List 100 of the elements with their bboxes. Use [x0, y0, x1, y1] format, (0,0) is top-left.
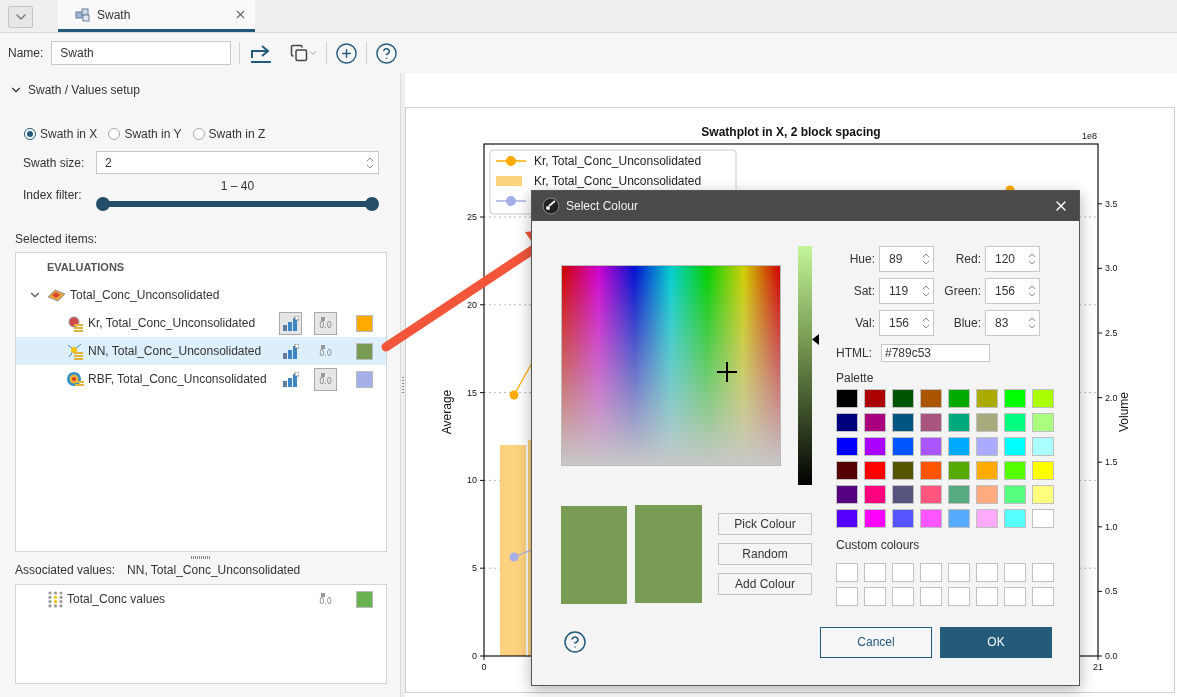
spin-arrows-icon[interactable]	[922, 283, 930, 299]
custom-color-slot[interactable]	[1004, 563, 1026, 582]
spin-arrows-icon[interactable]	[1028, 315, 1036, 331]
palette-swatch[interactable]	[1032, 437, 1054, 456]
custom-color-slot[interactable]	[1032, 587, 1054, 606]
swath-size-field[interactable]: 2	[96, 151, 379, 174]
custom-color-slot[interactable]	[1032, 563, 1054, 582]
palette-swatch[interactable]	[836, 413, 858, 432]
palette-swatch[interactable]	[920, 509, 942, 528]
palette-swatch[interactable]	[864, 413, 886, 432]
bars-toggle[interactable]	[279, 311, 302, 335]
palette-swatch[interactable]	[1032, 413, 1054, 432]
tab[interactable]: Swath	[58, 0, 255, 32]
palette-swatch[interactable]	[864, 509, 886, 528]
spin-arrows-icon[interactable]	[922, 251, 930, 267]
help-icon[interactable]	[375, 40, 399, 66]
range-slider[interactable]	[96, 197, 379, 211]
palette-swatch[interactable]	[948, 413, 970, 432]
custom-color-slot[interactable]	[892, 563, 914, 582]
add-icon[interactable]	[335, 40, 359, 66]
radio-button[interactable]	[192, 128, 205, 140]
custom-color-slot[interactable]	[948, 563, 970, 582]
palette-swatch[interactable]	[948, 509, 970, 528]
palette-swatch[interactable]	[1004, 437, 1026, 456]
palette-swatch[interactable]	[976, 509, 998, 528]
color-swatch[interactable]	[356, 590, 373, 608]
custom-color-slot[interactable]	[864, 563, 886, 582]
value-toggle[interactable]: 0.0	[314, 587, 337, 611]
palette-swatch[interactable]	[836, 461, 858, 480]
palette-swatch[interactable]	[1004, 509, 1026, 528]
palette-swatch[interactable]	[976, 413, 998, 432]
palette-swatch[interactable]	[976, 461, 998, 480]
dialog-button[interactable]: Random	[718, 543, 812, 565]
spin-arrows-icon[interactable]	[1028, 283, 1036, 299]
palette-swatch[interactable]	[864, 437, 886, 456]
palette-swatch[interactable]	[892, 389, 914, 408]
custom-color-slot[interactable]	[892, 587, 914, 606]
custom-color-slot[interactable]	[976, 563, 998, 582]
palette-swatch[interactable]	[892, 509, 914, 528]
palette-swatch[interactable]	[892, 461, 914, 480]
ok-button[interactable]: OK	[940, 626, 1052, 658]
custom-color-slot[interactable]	[836, 563, 858, 582]
palette-swatch[interactable]	[1032, 509, 1054, 528]
splitter-handle[interactable]	[191, 555, 211, 559]
palette-swatch[interactable]	[920, 461, 942, 480]
help-icon[interactable]	[563, 630, 587, 654]
number-field[interactable]: 83	[985, 310, 1040, 336]
custom-color-slot[interactable]	[864, 587, 886, 606]
palette-swatch[interactable]	[892, 437, 914, 456]
dialog-button[interactable]: Pick Colour	[718, 513, 812, 535]
spin-arrows-icon[interactable]	[1028, 251, 1036, 267]
palette-swatch[interactable]	[1004, 485, 1026, 504]
palette-swatch[interactable]	[976, 437, 998, 456]
value-bar[interactable]	[798, 246, 812, 485]
number-field[interactable]: 89	[879, 246, 934, 272]
palette-swatch[interactable]	[948, 461, 970, 480]
cancel-button[interactable]: Cancel	[820, 626, 932, 658]
spin-arrows-icon[interactable]	[922, 315, 930, 331]
custom-color-slot[interactable]	[1004, 587, 1026, 606]
color-swatch[interactable]	[356, 314, 373, 332]
palette-swatch[interactable]	[836, 509, 858, 528]
custom-color-slot[interactable]	[920, 563, 942, 582]
tree-item[interactable]: NN, Total_Conc_Unconsolidated 0.0	[16, 337, 386, 365]
tree-item[interactable]: Kr, Total_Conc_Unconsolidated 0.0	[16, 309, 386, 337]
palette-swatch[interactable]	[948, 485, 970, 504]
custom-color-slot[interactable]	[920, 587, 942, 606]
palette-swatch[interactable]	[1032, 389, 1054, 408]
palette-swatch[interactable]	[892, 485, 914, 504]
palette-swatch[interactable]	[1032, 461, 1054, 480]
name-field[interactable]: Swath	[51, 41, 232, 65]
splitter-handle[interactable]	[402, 377, 404, 393]
palette-swatch[interactable]	[948, 437, 970, 456]
palette-swatch[interactable]	[864, 485, 886, 504]
palette-swatch[interactable]	[920, 413, 942, 432]
custom-color-slot[interactable]	[976, 587, 998, 606]
section-header[interactable]: Swath / Values setup	[9, 81, 387, 99]
number-field[interactable]: 156	[985, 278, 1040, 304]
palette-swatch[interactable]	[920, 389, 942, 408]
palette-swatch[interactable]	[976, 485, 998, 504]
color-swatch[interactable]	[356, 370, 373, 388]
custom-color-slot[interactable]	[836, 587, 858, 606]
tree-item[interactable]: RBF, Total_Conc_Unconsolidated 0.0	[16, 365, 386, 393]
palette-swatch[interactable]	[892, 413, 914, 432]
palette-swatch[interactable]	[920, 485, 942, 504]
palette-swatch[interactable]	[836, 389, 858, 408]
color-swatch[interactable]	[356, 342, 373, 360]
number-field[interactable]: 119	[879, 278, 934, 304]
dialog-button[interactable]: Add Colour	[718, 573, 812, 595]
palette-swatch[interactable]	[836, 437, 858, 456]
palette-swatch[interactable]	[1004, 461, 1026, 480]
collapse-button[interactable]	[8, 6, 33, 28]
palette-swatch[interactable]	[1004, 389, 1026, 408]
palette-swatch[interactable]	[864, 461, 886, 480]
palette-swatch[interactable]	[864, 389, 886, 408]
close-icon[interactable]	[234, 8, 247, 21]
palette-swatch[interactable]	[976, 389, 998, 408]
palette-swatch[interactable]	[836, 485, 858, 504]
palette-swatch[interactable]	[1004, 413, 1026, 432]
html-field[interactable]: #789c53	[881, 344, 990, 362]
palette-swatch[interactable]	[948, 389, 970, 408]
